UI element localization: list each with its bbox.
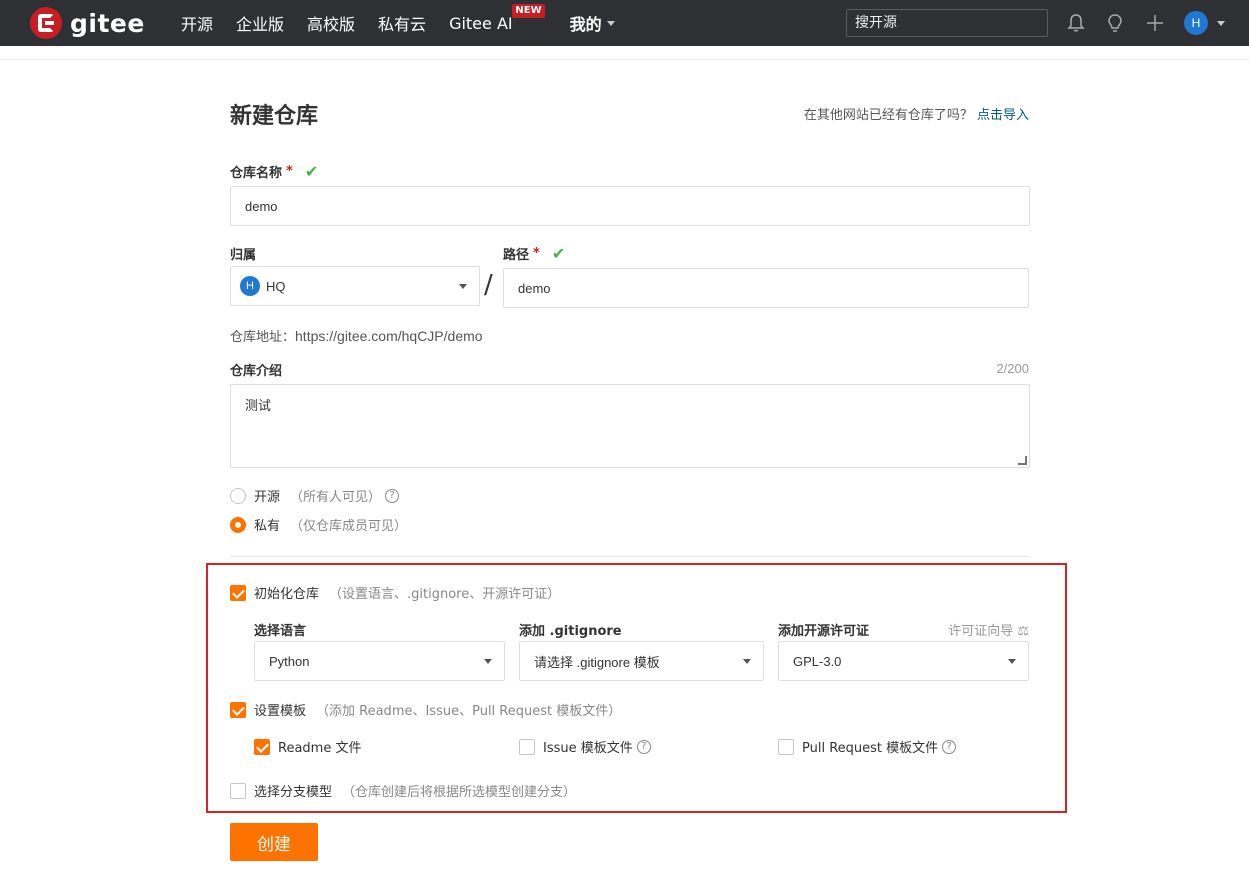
gitignore-value: 请选择 .gitignore 模板 (534, 654, 660, 670)
pr-template-checkbox[interactable] (778, 738, 794, 755)
pr-template-option[interactable]: Pull Request 模板文件 ? (778, 737, 957, 756)
pr-template-label: Pull Request 模板文件 (802, 741, 939, 756)
public-label: 开源 (254, 490, 281, 505)
nav-private-cloud[interactable]: 私有云 (378, 11, 426, 35)
private-radio[interactable] (230, 516, 246, 533)
template-label: 设置模板 (254, 704, 307, 719)
init-repo-hint: （设置语言、.gitignore、开源许可证） (329, 587, 561, 602)
scale-icon: ⚖ (1017, 624, 1029, 639)
private-label: 私有 (254, 519, 281, 534)
logo-text: gitee (70, 8, 145, 38)
chevron-down-icon (484, 659, 492, 664)
chevron-down-icon (459, 284, 467, 289)
issue-template-option[interactable]: Issue 模板文件 ? (519, 737, 651, 756)
gitee-logo[interactable]: gitee (30, 7, 145, 39)
required-mark: * (533, 246, 540, 261)
plus-icon[interactable] (1144, 12, 1166, 34)
top-navbar: gitee 开源 企业版 高校版 私有云 Gitee AI NEW 我的 H (0, 0, 1249, 46)
lightbulb-icon[interactable] (1104, 12, 1126, 34)
init-repo-label: 初始化仓库 (254, 587, 320, 602)
repo-name-label: 仓库名称 * ✔ (230, 162, 318, 181)
intro-value: 测试 (245, 399, 272, 414)
import-prompt-text: 在其他网站已经有仓库了吗？ (803, 108, 973, 123)
language-select[interactable]: Python (254, 641, 505, 681)
public-radio[interactable] (230, 487, 246, 504)
path-input[interactable]: demo (503, 268, 1029, 308)
search-input[interactable] (846, 9, 1048, 37)
chevron-down-icon (606, 20, 615, 26)
user-avatar[interactable]: H (1184, 11, 1208, 35)
repo-name-label-text: 仓库名称 (230, 166, 283, 181)
bell-icon[interactable] (1065, 12, 1087, 34)
intro-counter: 2/200 (996, 361, 1029, 376)
template-hint: （添加 Readme、Issue、Pull Request 模板文件） (316, 704, 622, 719)
valid-check-icon: ✔ (551, 244, 566, 263)
nav-education[interactable]: 高校版 (307, 11, 355, 35)
template-checkbox[interactable] (230, 701, 246, 718)
help-icon[interactable]: ? (636, 739, 651, 754)
chevron-down-icon (743, 659, 751, 664)
chevron-down-icon (1008, 659, 1016, 664)
nav-mine-label: 我的 (569, 15, 602, 34)
path-separator: / (484, 270, 493, 300)
repo-address-url: https://gitee.com/hqCJP/demo (295, 328, 483, 344)
path-label: 路径 * ✔ (503, 244, 565, 263)
section-divider (230, 556, 1030, 557)
readme-option[interactable]: Readme 文件 (254, 737, 361, 756)
readme-checkbox[interactable] (254, 738, 270, 755)
language-label: 选择语言 (254, 624, 307, 639)
header-divider (0, 46, 1249, 60)
path-label-text: 路径 (503, 248, 530, 263)
nav-open-source[interactable]: 开源 (181, 11, 213, 35)
owner-value: HQ (266, 278, 286, 294)
create-button[interactable]: 创建 (230, 823, 318, 861)
intro-label: 仓库介绍 (230, 364, 283, 379)
language-value: Python (269, 653, 310, 669)
owner-label: 归属 (230, 248, 257, 263)
nav-gitee-ai[interactable]: Gitee AI NEW (449, 3, 545, 33)
valid-check-icon: ✔ (304, 162, 319, 181)
import-link[interactable]: 点击导入 (977, 108, 1029, 123)
main-nav: 开源 企业版 高校版 私有云 Gitee AI NEW 我的 (181, 0, 638, 46)
repo-name-input[interactable]: demo (230, 186, 1030, 226)
owner-avatar: H (240, 276, 260, 296)
template-option[interactable]: 设置模板 （添加 Readme、Issue、Pull Request 模板文件） (230, 700, 621, 719)
nav-gitee-ai-label: Gitee AI (449, 13, 513, 33)
visibility-public[interactable]: 开源 （所有人可见） ? (230, 486, 400, 505)
branch-model-checkbox[interactable] (230, 782, 246, 799)
init-repo-checkbox[interactable] (230, 584, 246, 601)
init-repo-option[interactable]: 初始化仓库 （设置语言、.gitignore、开源许可证） (230, 583, 560, 602)
visibility-private[interactable]: 私有 （仅仓库成员可见） (230, 515, 407, 534)
license-guide-text: 许可证向导 (948, 624, 1014, 639)
branch-model-option[interactable]: 选择分支模型 （仓库创建后将根据所选模型创建分支） (230, 781, 576, 800)
help-icon[interactable]: ? (385, 488, 400, 503)
owner-select[interactable]: H HQ (230, 266, 480, 306)
avatar-chevron-down-icon[interactable] (1217, 21, 1225, 26)
intro-textarea[interactable]: 测试 (230, 384, 1030, 468)
gitignore-label: 添加 .gitignore (519, 624, 622, 639)
gitee-logo-icon (30, 7, 62, 39)
issue-template-label: Issue 模板文件 (543, 741, 633, 756)
repo-address-label: 仓库地址： (230, 330, 296, 345)
private-hint: （仅仓库成员可见） (290, 519, 408, 534)
license-label: 添加开源许可证 (778, 624, 870, 639)
issue-template-checkbox[interactable] (519, 738, 535, 755)
new-badge: NEW (512, 3, 545, 18)
license-guide-link[interactable]: 许可证向导 ⚖ (948, 620, 1029, 639)
readme-label: Readme 文件 (278, 741, 362, 756)
license-select[interactable]: GPL-3.0 (778, 641, 1029, 681)
nav-enterprise[interactable]: 企业版 (236, 11, 284, 35)
help-icon[interactable]: ? (942, 739, 957, 754)
resize-handle-icon[interactable] (1018, 456, 1027, 465)
required-mark: * (286, 164, 293, 179)
branch-model-hint: （仓库创建后将根据所选模型创建分支） (342, 785, 577, 800)
public-hint: （所有人可见） (290, 490, 382, 505)
branch-model-label: 选择分支模型 (254, 785, 333, 800)
license-value: GPL-3.0 (793, 653, 842, 669)
import-prompt: 在其他网站已经有仓库了吗？ 点击导入 (804, 104, 1029, 123)
repo-address: 仓库地址：https://gitee.com/hqCJP/demo (230, 326, 483, 345)
nav-mine[interactable]: 我的 (570, 11, 615, 35)
page-title: 新建仓库 (230, 104, 319, 129)
gitignore-select[interactable]: 请选择 .gitignore 模板 (519, 641, 764, 681)
